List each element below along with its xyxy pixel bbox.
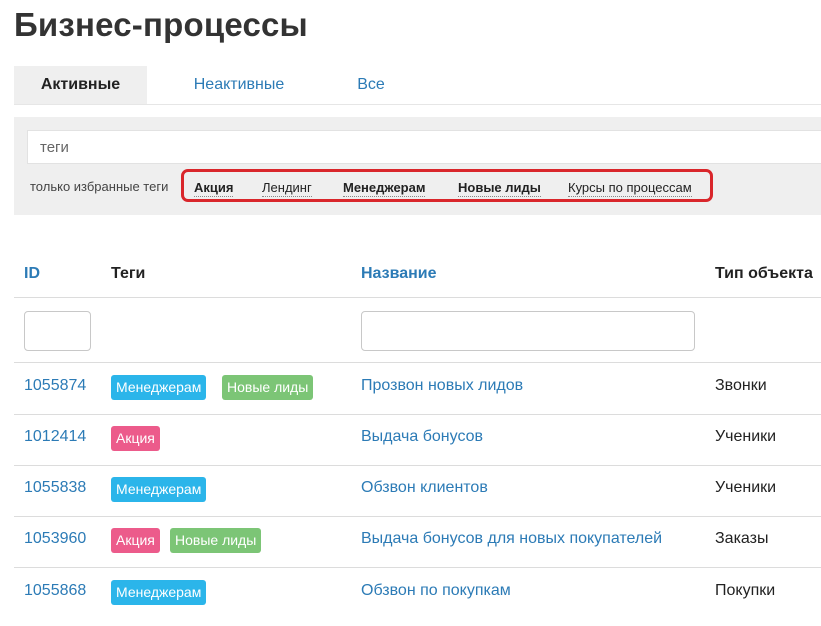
row-3-id[interactable]: 1055838 [24,479,86,497]
favorite-tags-highlight: Акция Лендинг Менеджерам Новые лиды Курс… [181,169,713,202]
row-2-id[interactable]: 1012414 [24,428,86,446]
row-3-type: Ученики [715,479,777,496]
row-1-id[interactable]: 1055874 [24,377,86,395]
name-filter-input[interactable] [361,311,695,351]
tab-active[interactable]: Активные [14,66,147,104]
row-divider [14,465,821,466]
filter-panel: только избранные теги Акция Лендинг Мене… [14,117,821,215]
column-header-object-type: Тип объекта [715,265,813,282]
row-4-name[interactable]: Выдача бонусов для новых покупателей [361,530,662,548]
row-4-tag-2[interactable]: Новые лиды [170,528,262,553]
row-4-id[interactable]: 1053960 [24,530,86,548]
row-2-tag-1[interactable]: Акция [111,426,160,451]
row-5-tag-1[interactable]: Менеджерам [111,580,207,605]
row-2-name[interactable]: Выдача бонусов [361,428,483,446]
row-3-name[interactable]: Обзвон клиентов [361,479,488,497]
row-4-tag-1[interactable]: Акция [111,528,160,553]
tabs-bar: Активные Неактивные Все [14,66,821,105]
row-3-tag-1[interactable]: Менеджерам [111,477,207,502]
filter-row-divider [14,362,821,363]
row-1-tag-2[interactable]: Новые лиды [222,375,314,400]
page-title: Бизнес-процессы [14,6,308,43]
favorite-tag-menedzheram[interactable]: Менеджерам [343,180,426,197]
column-header-name[interactable]: Название [361,265,437,283]
row-2-type: Ученики [715,428,777,445]
only-favorites-label: только избранные теги [30,179,169,194]
row-divider [14,567,821,568]
row-5-name[interactable]: Обзвон по покупкам [361,582,511,600]
tab-all[interactable]: Все [336,66,406,104]
row-5-type: Покупки [715,582,776,599]
favorite-tag-lending[interactable]: Лендинг [262,180,312,197]
row-1-type: Звонки [715,377,767,394]
row-1-tag-1[interactable]: Менеджерам [111,375,207,400]
tags-search-input[interactable] [27,130,821,164]
favorite-tag-novye-lidy[interactable]: Новые лиды [458,180,541,197]
favorite-tag-akciya[interactable]: Акция [194,180,234,197]
row-divider [14,414,821,415]
row-1-name[interactable]: Прозвон новых лидов [361,377,523,395]
row-4-type: Заказы [715,530,769,547]
favorite-tag-kursy[interactable]: Курсы по процессам [568,180,692,197]
tab-inactive[interactable]: Неактивные [174,66,304,104]
column-header-id[interactable]: ID [24,265,40,283]
row-divider [14,516,821,517]
id-filter-input[interactable] [24,311,91,351]
header-divider [14,297,821,298]
row-5-id[interactable]: 1055868 [24,582,86,600]
column-header-tags: Теги [111,265,146,282]
